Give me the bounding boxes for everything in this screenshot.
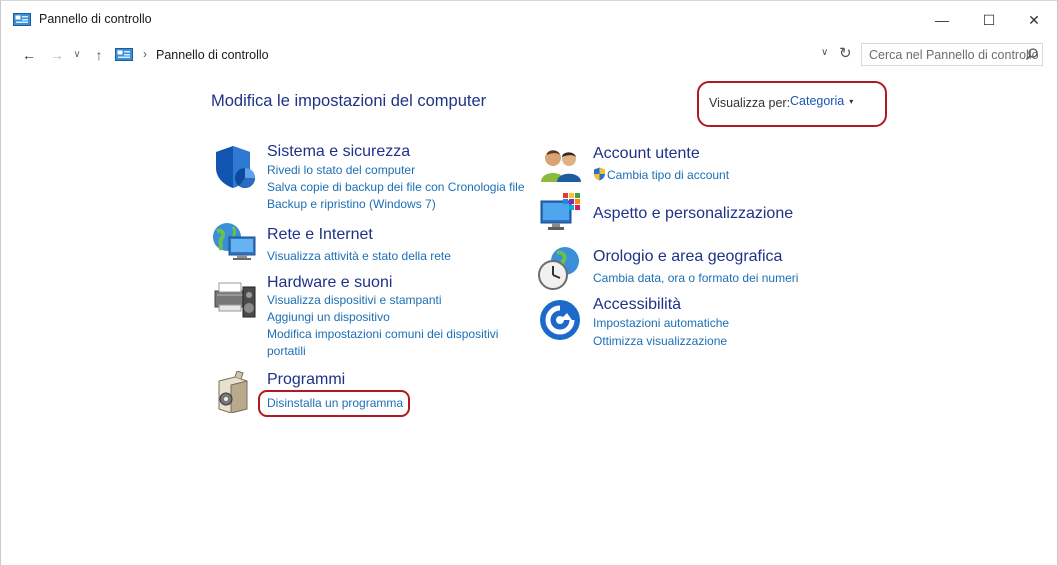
forward-button[interactable]: →	[47, 45, 67, 65]
accessibility-icon	[540, 300, 580, 340]
control-panel-icon	[13, 13, 31, 26]
network-globe-icon	[213, 223, 256, 260]
recent-locations-button[interactable]: ∨	[67, 45, 87, 65]
address-bar[interactable]: › Pannello di controllo ∨ ↻	[109, 43, 859, 67]
category-system-security[interactable]: Sistema e sicurezza	[267, 143, 410, 161]
link-review-computer-status[interactable]: Rivedi lo stato del computer	[267, 163, 415, 177]
monitor-palette-icon	[540, 193, 580, 230]
search-icon[interactable]	[1025, 47, 1039, 61]
link-mobility-settings-cont[interactable]: portatili	[267, 344, 306, 358]
category-programs[interactable]: Programmi	[267, 371, 345, 389]
breadcrumb-control-panel[interactable]: Pannello di controllo	[156, 48, 269, 62]
link-mobility-settings[interactable]: Modifica impostazioni comuni dei disposi…	[267, 327, 498, 341]
uac-shield-icon	[594, 167, 605, 181]
category-clock-region[interactable]: Orologio e area geografica	[593, 248, 782, 266]
link-network-status[interactable]: Visualizza attività e stato della rete	[267, 249, 451, 263]
category-network-internet[interactable]: Rete e Internet	[267, 226, 373, 244]
control-panel-icon	[115, 48, 133, 61]
link-automatic-settings[interactable]: Impostazioni automatiche	[593, 316, 729, 330]
window-title: Pannello di controllo	[39, 12, 152, 26]
address-dropdown-button[interactable]: ∨	[821, 47, 828, 58]
search-placeholder[interactable]: Cerca nel Pannello di controllo	[869, 48, 1039, 62]
category-user-accounts[interactable]: Account utente	[593, 145, 700, 163]
programs-box-icon	[218, 371, 248, 413]
security-shield-icon	[216, 146, 255, 188]
category-ease-of-access[interactable]: Accessibilità	[593, 296, 681, 314]
back-button[interactable]: ←	[19, 45, 39, 65]
minimize-button[interactable]: —	[919, 5, 965, 35]
search-box[interactable]: Cerca nel Pannello di controllo	[861, 43, 1043, 66]
title-bar: Pannello di controllo — ☐ ✕	[1, 1, 1057, 37]
link-add-device[interactable]: Aggiungi un dispositivo	[267, 310, 390, 324]
link-optimize-display[interactable]: Ottimizza visualizzazione	[593, 334, 727, 348]
refresh-button[interactable]: ↻	[839, 44, 852, 62]
link-change-account-type[interactable]: Cambia tipo di account	[607, 168, 729, 182]
red-annotation-circle-uninstall	[258, 390, 410, 417]
users-icon	[541, 150, 581, 182]
link-devices-printers[interactable]: Visualizza dispositivi e stampanti	[267, 293, 442, 307]
printer-speaker-icon	[214, 282, 256, 318]
clock-globe-icon	[538, 247, 579, 290]
link-file-history-backup[interactable]: Salva copie di backup dei file con Crono…	[267, 180, 525, 194]
control-panel-window: Pannello di controllo — ☐ ✕ ← → ∨ ↑ › Pa…	[0, 0, 1058, 565]
category-hardware-sound[interactable]: Hardware e suoni	[267, 274, 392, 292]
page-title: Modifica le impostazioni del computer	[211, 92, 487, 110]
red-annotation-circle-view-by	[697, 81, 887, 127]
breadcrumb-separator[interactable]: ›	[143, 47, 147, 61]
maximize-button[interactable]: ☐	[966, 5, 1012, 35]
link-backup-restore[interactable]: Backup e ripristino (Windows 7)	[267, 197, 436, 211]
navigation-bar: ← → ∨ ↑ › Pannello di controllo ∨ ↻ Cerc…	[1, 41, 1057, 69]
close-button[interactable]: ✕	[1011, 5, 1057, 35]
up-button[interactable]: ↑	[89, 45, 109, 65]
category-appearance-personalization[interactable]: Aspetto e personalizzazione	[593, 205, 793, 223]
link-change-date-time-format[interactable]: Cambia data, ora o formato dei numeri	[593, 271, 798, 285]
